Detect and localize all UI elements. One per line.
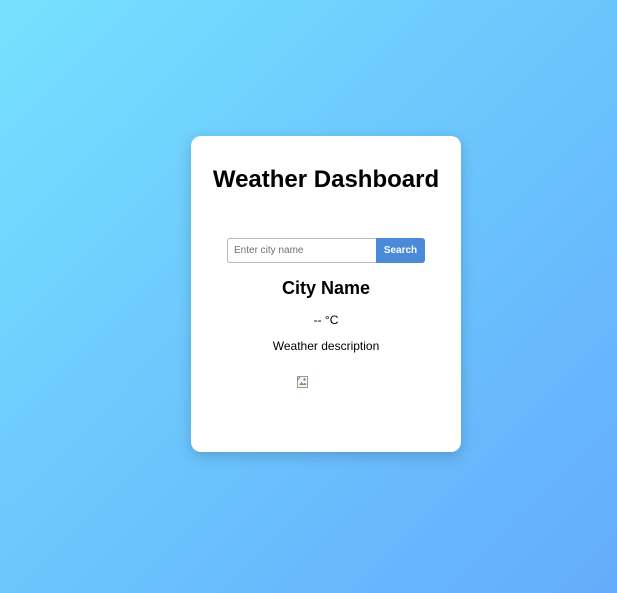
broken-image-icon-graphic [297,376,308,388]
city-name: City Name [281,278,371,298]
search-bar: Search [227,238,425,263]
broken-image-icon [297,375,309,388]
city-search-input[interactable] [227,238,376,263]
weather-description: Weather description [272,339,380,353]
page-title: Weather Dashboard [212,166,440,193]
weather-card: Weather Dashboard Search City Name -- °C… [191,136,461,452]
temperature-value: -- °C [313,313,339,327]
search-button[interactable]: Search [376,238,425,263]
